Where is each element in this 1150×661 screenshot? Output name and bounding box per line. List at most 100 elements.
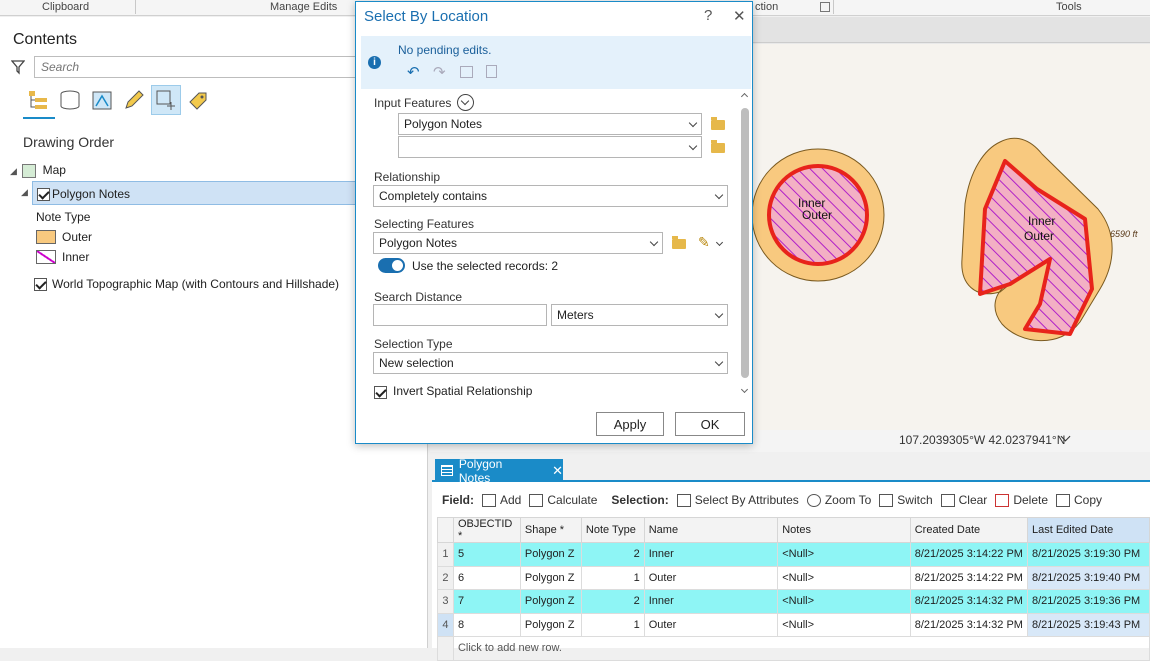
list-by-labeling-icon[interactable] (183, 85, 213, 115)
table-row[interactable]: 1 5 Polygon Z 2 Inner <Null> 8/21/2025 3… (437, 542, 1150, 567)
cell-objectid[interactable]: 7 (452, 589, 521, 614)
browse-folder-icon[interactable] (711, 117, 725, 130)
cell-created[interactable]: 8/21/2025 3:14:22 PM (909, 542, 1028, 567)
column-header[interactable]: Last Edited Date (1026, 517, 1150, 543)
cell-name[interactable]: Inner (643, 542, 779, 567)
expand-circle-icon[interactable] (457, 94, 474, 111)
list-by-source-icon[interactable] (55, 85, 85, 115)
chevron-down-icon[interactable] (715, 238, 724, 247)
tab-polygon-notes[interactable]: Polygon Notes ✕ (435, 457, 563, 485)
cell-note-type[interactable]: 2 (580, 542, 645, 567)
save-icon[interactable] (460, 66, 473, 78)
ribbon-group-clipboard[interactable]: Clipboard (42, 1, 89, 13)
add-field-button[interactable]: Add (482, 493, 521, 507)
redo-icon[interactable]: ↷ (433, 63, 446, 81)
select-by-attributes-button[interactable]: Select By Attributes (676, 493, 799, 507)
input-features-select-2[interactable] (398, 136, 702, 158)
cell-name[interactable]: Inner (643, 589, 779, 614)
cell-shape[interactable]: Polygon Z (519, 565, 582, 590)
ok-button[interactable]: OK (675, 412, 745, 436)
cell-created[interactable]: 8/21/2025 3:14:22 PM (909, 565, 1028, 590)
list-by-snapping-icon[interactable] (151, 85, 181, 115)
cell-edited[interactable]: 8/21/2025 3:19:40 PM (1026, 565, 1150, 590)
scroll-thumb[interactable] (741, 108, 749, 378)
switch-button[interactable]: Switch (879, 493, 933, 507)
collapse-arrow-icon[interactable]: ◢ (10, 166, 17, 176)
column-header[interactable]: OBJECTID * (452, 517, 521, 543)
ribbon-group-selection[interactable]: ction (755, 1, 778, 13)
row-number[interactable]: 1 (437, 542, 454, 567)
delete-button[interactable]: Delete (995, 493, 1048, 507)
row-number[interactable]: 3 (437, 589, 454, 614)
collapse-arrow-icon[interactable]: ◢ (21, 187, 28, 198)
list-by-selection-icon[interactable] (87, 85, 117, 115)
cell-shape[interactable]: Polygon Z (519, 542, 582, 567)
ribbon-group-manage-edits[interactable]: Manage Edits (270, 1, 337, 13)
cell-objectid[interactable]: 8 (452, 612, 521, 637)
table-row[interactable]: 3 7 Polygon Z 2 Inner <Null> 8/21/2025 3… (437, 589, 1150, 614)
row-number[interactable]: 2 (437, 565, 454, 590)
undo-icon[interactable]: ↶ (407, 63, 420, 81)
column-header[interactable]: Notes (777, 517, 911, 543)
launcher-icon[interactable] (820, 2, 830, 12)
close-icon[interactable]: ✕ (552, 463, 563, 479)
list-by-drawing-order-icon[interactable] (23, 85, 53, 115)
row-number[interactable]: 4 (437, 612, 454, 637)
filter-icon[interactable] (10, 59, 26, 78)
dialog-scrollbar[interactable] (740, 92, 750, 399)
distance-unit-select[interactable]: Meters (551, 304, 728, 326)
cell-edited[interactable]: 8/21/2025 3:19:30 PM (1026, 542, 1150, 567)
cell-notes[interactable]: <Null> (777, 565, 911, 590)
selection-type-select[interactable]: New selection (373, 352, 728, 374)
browse-folder-icon[interactable] (711, 140, 725, 153)
column-header[interactable]: Note Type (580, 517, 645, 543)
apply-button[interactable]: Apply (596, 412, 664, 436)
contents-search-input[interactable] (34, 56, 364, 78)
calculate-field-button[interactable]: Calculate (529, 493, 597, 507)
zoom-to-button[interactable]: Zoom To (806, 493, 871, 507)
column-header[interactable]: Created Date (909, 517, 1028, 543)
cell-edited[interactable]: 8/21/2025 3:19:36 PM (1026, 589, 1150, 614)
cell-note-type[interactable]: 1 (580, 565, 645, 590)
copy-button[interactable]: Copy (1056, 493, 1102, 507)
clear-button[interactable]: Clear (940, 493, 987, 507)
cell-name[interactable]: Outer (643, 565, 779, 590)
cell-edited[interactable]: 8/21/2025 3:19:43 PM (1026, 612, 1150, 637)
input-features-select-1[interactable]: Polygon Notes (398, 113, 702, 135)
use-selected-toggle[interactable] (378, 258, 405, 273)
selecting-features-select[interactable]: Polygon Notes (373, 232, 663, 254)
cell-notes[interactable]: <Null> (777, 612, 911, 637)
cell-note-type[interactable]: 2 (580, 589, 645, 614)
add-row-hint[interactable]: Click to add new row. (452, 636, 1150, 661)
select-all-corner[interactable] (437, 517, 454, 543)
map-tree-item[interactable]: ◢ Map (10, 163, 66, 178)
ribbon-group-tools[interactable]: Tools (1056, 1, 1082, 13)
invert-checkbox[interactable] (374, 386, 387, 400)
cell-objectid[interactable]: 6 (452, 565, 521, 590)
add-row[interactable]: Click to add new row. (437, 636, 1150, 661)
table-row[interactable]: 2 6 Polygon Z 1 Outer <Null> 8/21/2025 3… (437, 565, 1150, 590)
layer-visibility-checkbox[interactable] (37, 188, 50, 202)
column-header[interactable]: Shape * (519, 517, 582, 543)
relationship-select[interactable]: Completely contains (373, 185, 728, 207)
cell-name[interactable]: Outer (643, 612, 779, 637)
list-by-editing-icon[interactable] (119, 85, 149, 115)
discard-icon[interactable] (486, 65, 497, 78)
cell-shape[interactable]: Polygon Z (519, 612, 582, 637)
search-distance-input[interactable] (373, 304, 547, 326)
column-header[interactable]: Name (643, 517, 779, 543)
browse-folder-icon[interactable] (672, 236, 686, 249)
basemap-visibility-checkbox[interactable] (34, 277, 47, 291)
cell-created[interactable]: 8/21/2025 3:14:32 PM (909, 589, 1028, 614)
cell-note-type[interactable]: 1 (580, 612, 645, 637)
cell-shape[interactable]: Polygon Z (519, 589, 582, 614)
help-icon[interactable]: ? (704, 7, 712, 24)
close-icon[interactable]: ✕ (733, 7, 746, 25)
cell-notes[interactable]: <Null> (777, 589, 911, 614)
cell-objectid[interactable]: 5 (452, 542, 521, 567)
cell-created[interactable]: 8/21/2025 3:14:32 PM (909, 612, 1028, 637)
layer-row-basemap[interactable]: World Topographic Map (with Contours and… (34, 277, 339, 291)
pencil-icon[interactable]: ✎ (698, 234, 710, 251)
table-row[interactable]: 4 8 Polygon Z 1 Outer <Null> 8/21/2025 3… (437, 612, 1150, 637)
cell-notes[interactable]: <Null> (777, 542, 911, 567)
